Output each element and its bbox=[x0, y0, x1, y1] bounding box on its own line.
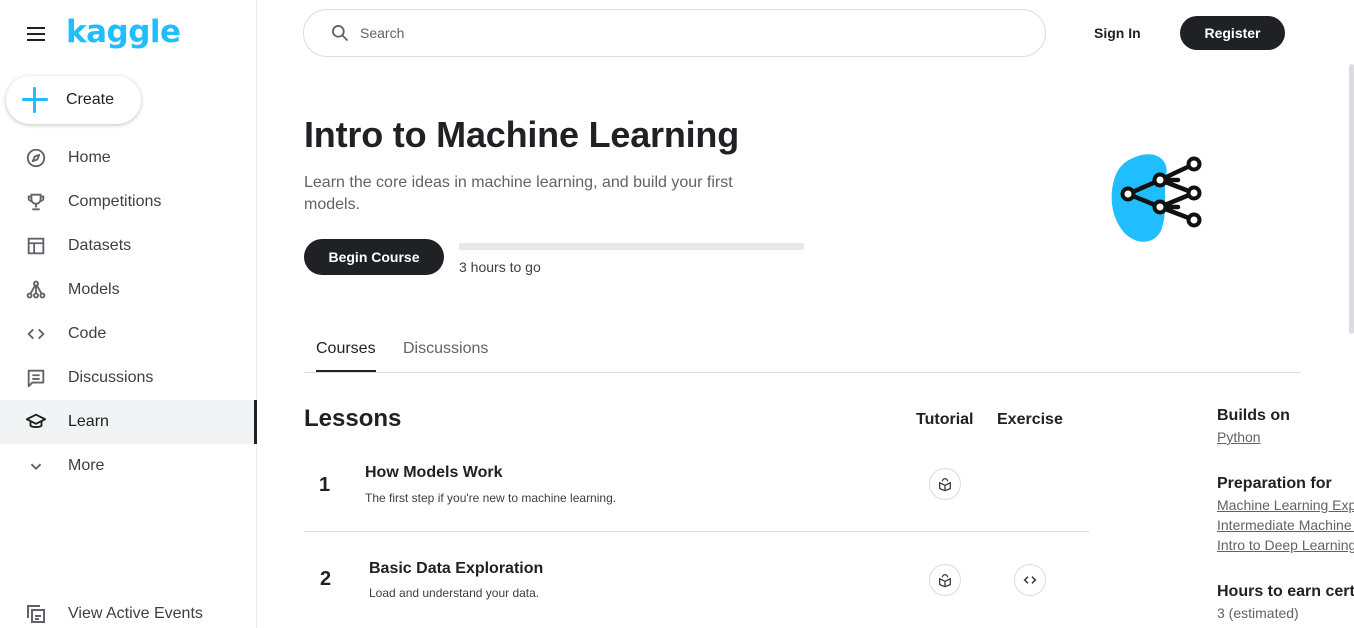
tutorial-button[interactable] bbox=[929, 468, 961, 500]
kaggle-logo[interactable]: kaggle bbox=[66, 14, 181, 50]
lesson-number: 1 bbox=[319, 474, 331, 496]
preparation-section: Preparation for Machine Learning Explain… bbox=[1217, 475, 1354, 555]
sidebar-item-datasets[interactable]: Datasets bbox=[0, 224, 257, 268]
begin-course-button[interactable]: Begin Course bbox=[304, 239, 444, 275]
chevron-down-icon bbox=[24, 454, 48, 478]
lessons-heading: Lessons bbox=[304, 405, 402, 432]
lesson-description: Load and understand your data. bbox=[369, 586, 540, 600]
sidebar-item-more[interactable]: More bbox=[0, 444, 257, 488]
create-button[interactable]: Create bbox=[6, 76, 141, 124]
view-active-events-link[interactable]: View Active Events bbox=[24, 602, 203, 626]
sidebar-item-discussions[interactable]: Discussions bbox=[0, 356, 257, 400]
register-button[interactable]: Register bbox=[1180, 16, 1285, 50]
exercise-column-header: Exercise bbox=[997, 411, 1063, 428]
builds-on-heading: Builds on bbox=[1217, 407, 1290, 424]
book-icon bbox=[939, 574, 951, 588]
sidebar-item-code[interactable]: Code bbox=[0, 312, 257, 356]
hours-section: Hours to earn certificate 3 (estimated) bbox=[1217, 583, 1354, 623]
preparation-link[interactable]: Machine Learning Explainability bbox=[1217, 495, 1354, 515]
lesson-title-link[interactable]: How Models Work bbox=[365, 464, 503, 482]
sidebar-item-label: Home bbox=[68, 149, 111, 166]
preparation-link[interactable]: Intermediate Machine Learning bbox=[1217, 515, 1354, 535]
sign-in-button[interactable]: Sign In bbox=[1086, 16, 1149, 50]
sidebar-item-label: Discussions bbox=[68, 369, 154, 386]
builds-on-link[interactable]: Python bbox=[1217, 427, 1354, 447]
sidebar-item-competitions[interactable]: Competitions bbox=[0, 180, 257, 224]
builds-on-section: Builds on Python bbox=[1217, 407, 1354, 447]
code-icon bbox=[24, 322, 48, 346]
tab-courses[interactable]: Courses bbox=[316, 340, 376, 372]
compass-icon bbox=[24, 146, 48, 170]
search-bar[interactable] bbox=[303, 9, 1046, 57]
course-tabs: Courses Discussions bbox=[304, 332, 1301, 373]
preparation-link[interactable]: Intro to Deep Learning bbox=[1217, 535, 1354, 555]
sidebar: kaggle Create Home Competitions Datasets bbox=[0, 0, 257, 628]
scrollbar[interactable] bbox=[1349, 64, 1354, 334]
sidebar-item-label: Learn bbox=[68, 413, 109, 430]
plus-icon bbox=[22, 87, 48, 113]
sidebar-item-label: Models bbox=[68, 281, 120, 298]
view-active-events-label: View Active Events bbox=[68, 605, 203, 622]
sidebar-item-label: Code bbox=[68, 325, 107, 342]
create-label: Create bbox=[66, 91, 115, 108]
book-icon bbox=[939, 478, 951, 492]
lesson-title-link[interactable]: Basic Data Exploration bbox=[369, 560, 543, 578]
course-subtitle: Learn the core ideas in machine learning… bbox=[304, 174, 733, 213]
lesson-row: 2 Basic Data Exploration Load and unders… bbox=[304, 545, 1089, 628]
code-icon bbox=[1023, 576, 1037, 584]
exercise-button[interactable] bbox=[1014, 564, 1046, 596]
hours-value: 3 (estimated) bbox=[1217, 605, 1299, 621]
trophy-icon bbox=[24, 190, 48, 214]
search-input[interactable] bbox=[360, 25, 960, 41]
lesson-description: The first step if you're new to machine … bbox=[365, 491, 617, 505]
hamburger-menu-icon[interactable] bbox=[24, 22, 48, 46]
machine-learning-icon bbox=[1111, 154, 1202, 242]
sidebar-item-home[interactable]: Home bbox=[0, 136, 257, 180]
sidebar-item-label: More bbox=[68, 457, 105, 474]
page-title: Intro to Machine Learning bbox=[304, 114, 740, 155]
hours-heading: Hours to earn certificate bbox=[1217, 583, 1354, 600]
tab-discussions[interactable]: Discussions bbox=[403, 340, 488, 370]
preparation-heading: Preparation for bbox=[1217, 475, 1332, 492]
sidebar-item-learn[interactable]: Learn bbox=[0, 400, 257, 444]
sidebar-item-label: Competitions bbox=[68, 193, 162, 210]
copy-icon bbox=[24, 602, 48, 626]
tutorial-column-header: Tutorial bbox=[916, 411, 974, 428]
tutorial-button[interactable] bbox=[929, 564, 961, 596]
sidebar-item-label: Datasets bbox=[68, 237, 132, 254]
school-icon bbox=[24, 410, 48, 434]
models-icon bbox=[24, 278, 48, 302]
lesson-row: 1 How Models Work The first step if you'… bbox=[304, 448, 1089, 532]
sidebar-nav: Home Competitions Datasets Models Code D… bbox=[0, 136, 257, 488]
search-icon bbox=[332, 25, 349, 42]
progress-text: 3 hours to go bbox=[459, 259, 541, 275]
sidebar-item-models[interactable]: Models bbox=[0, 268, 257, 312]
lesson-number: 2 bbox=[320, 568, 332, 590]
table-icon bbox=[24, 234, 48, 258]
comment-icon bbox=[24, 366, 48, 390]
course-progress-bar bbox=[459, 243, 804, 250]
